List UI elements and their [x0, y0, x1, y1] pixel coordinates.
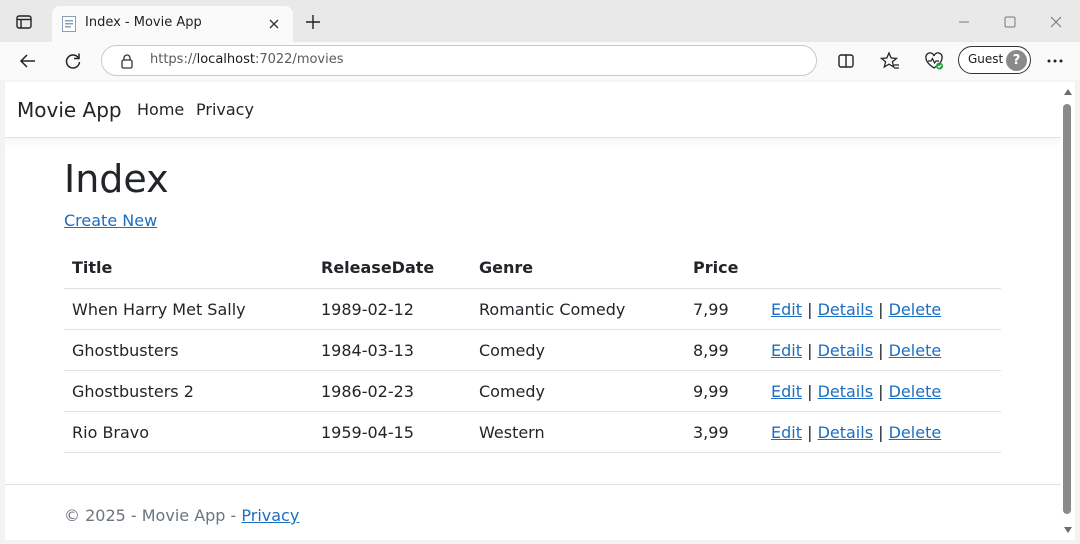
- address-bar[interactable]: https://localhost:7022/movies: [101, 45, 817, 76]
- copyright-text: © 2025 - Movie App -: [64, 506, 242, 525]
- footer-text: © 2025 - Movie App - Privacy: [64, 506, 299, 525]
- split-screen-icon[interactable]: [836, 51, 856, 71]
- page-viewport: Movie App Home Privacy Index Create New …: [5, 82, 1061, 540]
- cell-price: 8,99: [685, 329, 763, 371]
- separator: |: [807, 381, 813, 401]
- table-row: When Harry Met Sally 1989-02-12 Romantic…: [64, 288, 1001, 330]
- cell-price: 9,99: [685, 370, 763, 412]
- page-title: Index: [64, 157, 169, 201]
- separator: |: [878, 381, 884, 401]
- table-header-row: Title ReleaseDate Genre Price: [64, 247, 1001, 289]
- separator: |: [878, 340, 884, 360]
- separator: |: [878, 299, 884, 319]
- cell-genre: Comedy: [471, 329, 685, 371]
- delete-link[interactable]: Delete: [889, 423, 942, 442]
- cell-actions: Edit | Details | Delete: [763, 411, 1001, 453]
- vertical-scrollbar[interactable]: [1061, 82, 1075, 540]
- separator: |: [807, 422, 813, 442]
- tab-actions-icon[interactable]: [14, 12, 34, 32]
- details-link[interactable]: Details: [818, 300, 873, 319]
- scrollbar-thumb[interactable]: [1063, 104, 1071, 514]
- url-scheme: https://: [150, 52, 197, 67]
- cell-title: When Harry Met Sally: [64, 288, 313, 330]
- back-arrow-icon[interactable]: [18, 51, 38, 71]
- maximize-icon[interactable]: [1002, 14, 1018, 30]
- minimize-icon[interactable]: [956, 14, 972, 30]
- footer-privacy-link[interactable]: Privacy: [241, 506, 299, 525]
- edit-link[interactable]: Edit: [771, 341, 802, 360]
- profile-label: Guest: [968, 52, 1004, 66]
- cell-price: 3,99: [685, 411, 763, 453]
- table-row: Rio Bravo 1959-04-15 Western 3,99 Edit |…: [64, 411, 1001, 453]
- cell-release-date: 1986-02-23: [313, 370, 471, 412]
- cell-genre: Western: [471, 411, 685, 453]
- favorites-icon[interactable]: [879, 51, 900, 71]
- url-host: localhost: [196, 52, 255, 67]
- cell-title: Ghostbusters 2: [64, 370, 313, 412]
- column-header-genre: Genre: [471, 247, 685, 289]
- edit-link[interactable]: Edit: [771, 300, 802, 319]
- cell-release-date: 1984-03-13: [313, 329, 471, 371]
- page-favicon-icon: [62, 16, 76, 32]
- column-header-price: Price: [685, 247, 763, 289]
- new-tab-icon[interactable]: [304, 13, 322, 31]
- more-options-icon[interactable]: [1045, 51, 1065, 71]
- cell-genre: Romantic Comedy: [471, 288, 685, 330]
- scroll-down-arrow-icon[interactable]: [1064, 527, 1072, 533]
- guest-avatar-icon: ?: [1006, 50, 1027, 71]
- column-header-title: Title: [64, 247, 313, 289]
- url-text: https://localhost:7022/movies: [150, 52, 344, 67]
- browser-window: Index - Movie App https://localhost:7022…: [0, 0, 1080, 544]
- create-new-link[interactable]: Create New: [64, 211, 157, 230]
- browser-toolbar: https://localhost:7022/movies Guest ?: [0, 42, 1080, 80]
- nav-link-home[interactable]: Home: [137, 100, 184, 119]
- details-link[interactable]: Details: [818, 382, 873, 401]
- cell-actions: Edit | Details | Delete: [763, 288, 1001, 330]
- cell-title: Ghostbusters: [64, 329, 313, 371]
- separator: |: [807, 299, 813, 319]
- edit-link[interactable]: Edit: [771, 423, 802, 442]
- column-header-release-date: ReleaseDate: [313, 247, 471, 289]
- close-window-icon[interactable]: [1048, 14, 1064, 30]
- site-footer: © 2025 - Movie App - Privacy: [5, 484, 1061, 540]
- movies-table: Title ReleaseDate Genre Price When Harry…: [64, 247, 1001, 453]
- edit-link[interactable]: Edit: [771, 382, 802, 401]
- tab-title: Index - Movie App: [85, 15, 202, 30]
- cell-genre: Comedy: [471, 370, 685, 412]
- cell-actions: Edit | Details | Delete: [763, 329, 1001, 371]
- delete-link[interactable]: Delete: [889, 341, 942, 360]
- cell-actions: Edit | Details | Delete: [763, 370, 1001, 412]
- delete-link[interactable]: Delete: [889, 300, 942, 319]
- close-tab-icon[interactable]: [266, 16, 282, 32]
- details-link[interactable]: Details: [818, 341, 873, 360]
- cell-price: 7,99: [685, 288, 763, 330]
- lock-icon[interactable]: [120, 53, 134, 69]
- column-header-actions: [763, 247, 1001, 289]
- details-link[interactable]: Details: [818, 423, 873, 442]
- title-bar: Index - Movie App: [0, 0, 1080, 42]
- browser-essentials-icon[interactable]: [924, 51, 944, 71]
- scroll-up-arrow-icon[interactable]: [1064, 89, 1072, 95]
- site-brand[interactable]: Movie App: [17, 98, 122, 122]
- tab-active[interactable]: Index - Movie App: [52, 6, 293, 42]
- cell-release-date: 1989-02-12: [313, 288, 471, 330]
- table-row: Ghostbusters 1984-03-13 Comedy 8,99 Edit…: [64, 329, 1001, 371]
- separator: |: [878, 422, 884, 442]
- cell-release-date: 1959-04-15: [313, 411, 471, 453]
- table-row: Ghostbusters 2 1986-02-23 Comedy 9,99 Ed…: [64, 370, 1001, 412]
- cell-title: Rio Bravo: [64, 411, 313, 453]
- url-path: :7022/movies: [254, 52, 344, 67]
- nav-link-privacy[interactable]: Privacy: [196, 100, 254, 119]
- refresh-icon[interactable]: [63, 51, 83, 71]
- delete-link[interactable]: Delete: [889, 382, 942, 401]
- site-navbar: Movie App Home Privacy: [5, 82, 1061, 138]
- separator: |: [807, 340, 813, 360]
- profile-button[interactable]: Guest ?: [958, 46, 1031, 74]
